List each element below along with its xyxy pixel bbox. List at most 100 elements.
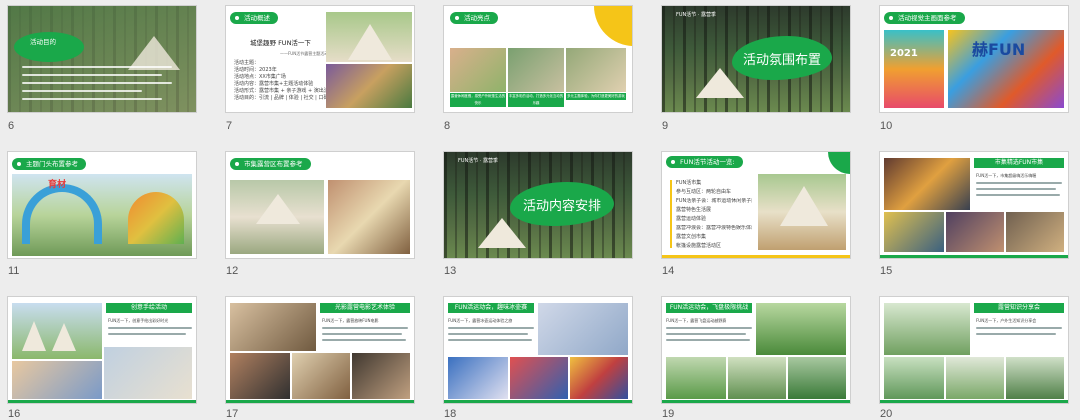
slide-thumbnail-8[interactable]: 活动亮点 露营休闲度假，感受户外帐篷生活的快乐 丰富多彩的活动，打造多元化互动的… [444, 6, 632, 112]
slide-thumbnail-17[interactable]: 光影露营电影艺术体验 FUN活一下，露营放映FUN电影 [226, 297, 414, 403]
slide-lead: FUN活一下，露营放映FUN电影 [322, 318, 379, 323]
bottom-accent-bar [880, 255, 1068, 258]
talk-photo-3 [946, 357, 1004, 399]
agenda-item: FUN活市集 [676, 180, 702, 186]
slide-thumbnail-19[interactable]: FUN活运动会，飞盘极限挑战 FUN活一下，露营飞盘运动越野赛 [662, 297, 850, 403]
slide-number: 8 [444, 120, 451, 132]
tent-shape [128, 36, 180, 70]
tent-shape [22, 321, 46, 351]
slide-thumbnail-14[interactable]: FUN活节活动一览: FUN活市集 参与互动区：两轮自由车 FUN活亲子会：城市… [662, 152, 850, 258]
title-bubble [14, 32, 84, 62]
text-line [666, 333, 746, 335]
slide-number: 14 [662, 265, 675, 277]
agenda-item: 露营冲浪会：露营冲浪特色娱乐体验 [676, 225, 752, 231]
slide-thumbnail-10[interactable]: 活动视觉主画面参考 2021 赫FUN [880, 6, 1068, 112]
agenda-item: 露营运动体验 [676, 216, 707, 222]
slide-thumbnail-12[interactable]: 市集露营区布置参考 [226, 152, 414, 258]
slide-lead: FUN活一下，露营飞盘运动越野赛 [666, 318, 727, 323]
slide-lead: FUN活一下，户外生活知识分享会 [976, 318, 1037, 323]
activity-photo-2 [508, 48, 564, 92]
slide-number: 16 [8, 408, 21, 420]
slide-number: 19 [662, 408, 675, 420]
curling-photo-3 [510, 357, 568, 399]
corner-green-shape [828, 152, 850, 174]
slide-number: 13 [444, 265, 457, 277]
overview-subtitle-2: ——FUN活节露营主题活动 [280, 51, 329, 56]
tent-shape [780, 186, 828, 226]
activity-photo-1 [450, 48, 506, 92]
agenda-bullet-line [670, 180, 672, 248]
talk-photo-2 [884, 357, 944, 399]
overview-row: 活动主题： [234, 60, 260, 66]
frisbee-photo-2 [666, 357, 726, 399]
talk-photo-4 [1006, 357, 1064, 399]
slide-number: 10 [880, 120, 893, 132]
slide-thumbnail-20[interactable]: 露营知识分享会 FUN活一下，户外生活知识分享会 [880, 297, 1068, 403]
text-line [108, 333, 186, 335]
agenda-item: 帐篷设施露营活动区 [676, 243, 722, 249]
curling-photo-2 [448, 357, 508, 399]
curling-photo-1 [538, 303, 628, 355]
tent-shape [696, 68, 744, 98]
market-photo-3 [946, 212, 1004, 252]
text-line [448, 339, 532, 341]
poster-image-1 [884, 30, 944, 108]
bottom-accent-bar [8, 400, 196, 403]
overview-row: 活动时间：2023年 [234, 67, 277, 73]
highlight-caption: 丰富多彩的活动，打造多元化互动的乐趣 [508, 93, 564, 107]
slide-thumbnail-6[interactable]: 活动目的 [8, 6, 196, 112]
slide-thumbnail-9[interactable]: FUN活节 · 露营季 活动氛围布置 [662, 6, 850, 112]
slide-title: 市集露营区布置参考 [230, 158, 311, 170]
talk-photo-1 [884, 303, 970, 355]
slide-thumbnail-18[interactable]: FUN活运动会，趣味冰壶赛 FUN活一下，露营冰壶运动体验之旅 [444, 297, 632, 403]
slide-thumbnail-7[interactable]: 活动概述 城堡趣野 FUN活一下 ——FUN活节露营主题活动 活动主题： 活动时… [226, 6, 414, 112]
craft-photo-1 [12, 361, 102, 399]
text-line [666, 327, 752, 329]
text-line [976, 188, 1056, 190]
text-line [322, 339, 406, 341]
agenda-item: 参与互动区：两轮自由车 [676, 189, 732, 195]
slide-thumbnail-15[interactable]: 市集精选FUN市集 FUN活一下，市集超级嗨活乐嗨喔 [880, 152, 1068, 258]
poster-year: 2021 [890, 48, 918, 59]
slide-number: 12 [226, 265, 239, 277]
text-line [322, 333, 402, 335]
bottom-accent-bar [662, 255, 850, 258]
market-photo-2 [328, 180, 410, 254]
text-line [108, 327, 192, 329]
slide-thumbnail-13[interactable]: FUN活节 · 露营季 活动内容安排 [444, 152, 632, 258]
slide-number: 11 [8, 265, 20, 277]
text-line [22, 98, 162, 100]
frisbee-photo-1 [756, 303, 846, 355]
gate-text: 育材 [48, 180, 67, 190]
slide-title: 主题门头布置参考 [12, 158, 86, 170]
text-line [448, 327, 534, 329]
text-line [448, 333, 528, 335]
slide-title: 活动概述 [230, 12, 278, 24]
frisbee-photo-3 [728, 357, 786, 399]
bottom-accent-bar [880, 400, 1068, 403]
slide-title: 露营知识分享会 [974, 303, 1064, 313]
slide-number: 20 [880, 408, 893, 420]
overview-row: 活动形式：露营市集 + 亲子游戏 + 演出活动 [234, 88, 334, 94]
slide-thumbnail-11[interactable]: 主题门头布置参考 育材 [8, 152, 196, 258]
art-photo-4 [352, 353, 410, 399]
slide-title: FUN活运动会，飞盘极限挑战 [666, 303, 752, 313]
slide-number: 18 [444, 408, 457, 420]
slide-title: 创意手绘活动 [106, 303, 192, 313]
text-line [22, 90, 142, 92]
highlight-caption: 多元主题体验，为你打造更美好的游玩 [566, 93, 626, 100]
frisbee-photo-4 [788, 357, 846, 399]
text-line [976, 182, 1062, 184]
tent-shape [348, 24, 392, 60]
poster-art-text: 赫FUN [972, 40, 1026, 59]
slide-number: 6 [8, 120, 15, 132]
slide-title: 光影露营电影艺术体验 [320, 303, 410, 313]
tent-shape [52, 323, 76, 351]
slide-lead: FUN活一下，露营冰壶运动体验之旅 [448, 318, 513, 323]
slide-thumbnail-16[interactable]: 创意手绘活动 FUN活一下，创意手绘出彩好时光 [8, 297, 196, 403]
market-photo-2 [884, 212, 944, 252]
bottom-accent-bar [444, 400, 632, 403]
corner-yellow-shape [594, 6, 632, 46]
art-photo-2 [230, 353, 290, 399]
slide-title: 活动目的 [30, 38, 56, 46]
